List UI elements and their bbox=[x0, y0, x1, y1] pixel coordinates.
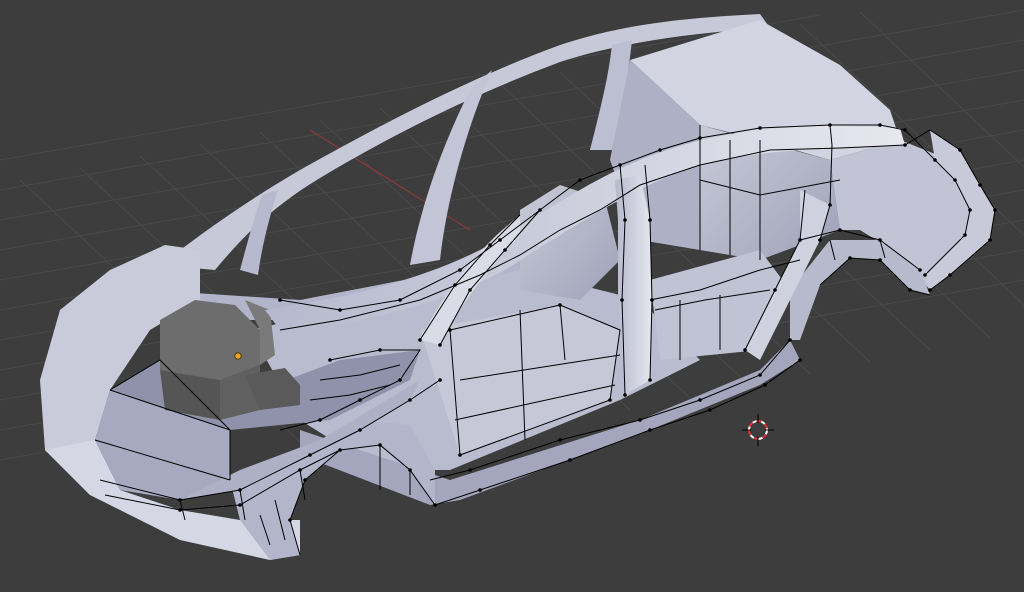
3d-viewport[interactable] bbox=[0, 0, 1024, 592]
object-origin-icon bbox=[234, 352, 242, 360]
